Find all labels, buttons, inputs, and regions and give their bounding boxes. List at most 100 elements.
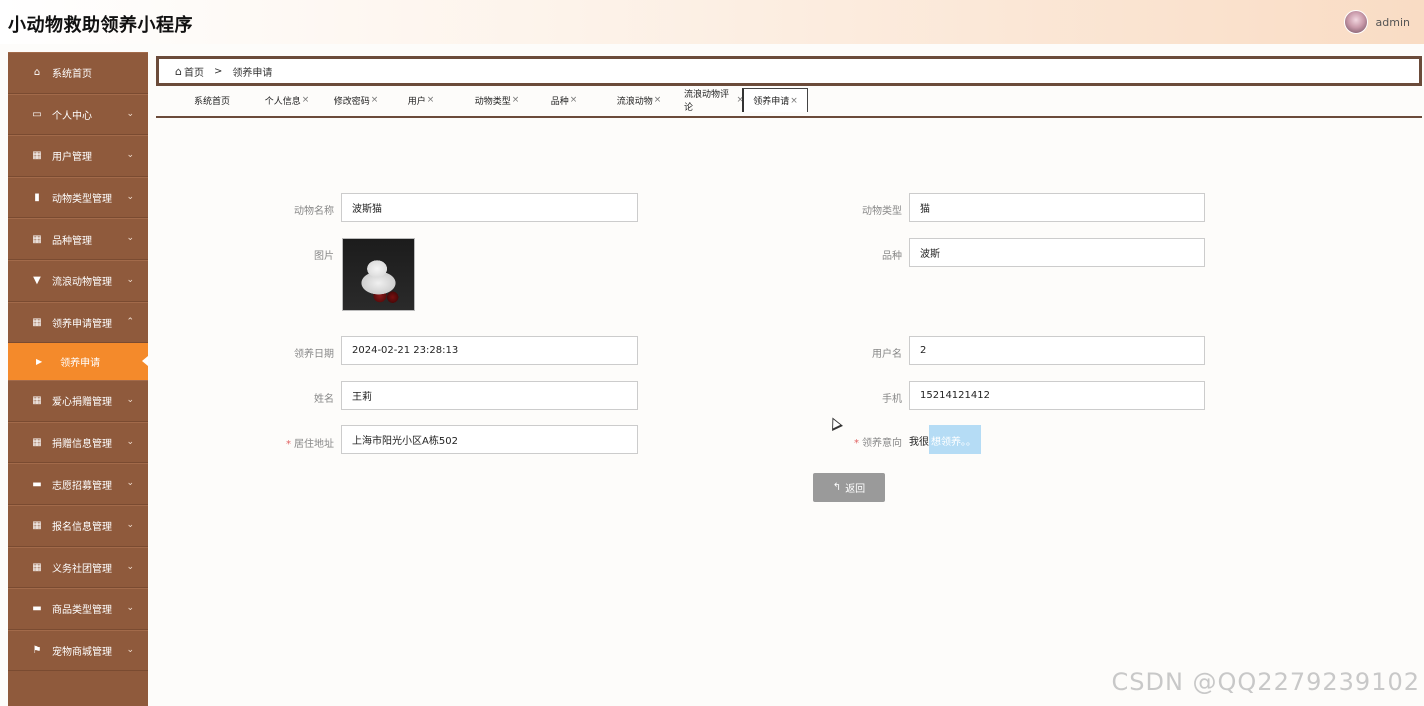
tab[interactable]: 动物类型 × — [472, 88, 522, 112]
watermark: CSDN @QQ2279239102 — [1111, 668, 1420, 696]
grid-icon: ▦ — [32, 150, 42, 162]
sidebar-item-label: 宠物商城管理 — [52, 647, 112, 659]
close-icon[interactable]: × — [427, 95, 435, 105]
breadcrumb-separator: > — [213, 65, 223, 77]
adopt-date-field[interactable]: 2024-02-21 23:28:13 — [341, 336, 638, 365]
user-menu[interactable]: admin — [1343, 10, 1410, 34]
back-icon: ↰ — [832, 482, 842, 493]
grid-icon: ▦ — [32, 233, 42, 245]
chevron-down-icon: ⌄ — [126, 274, 134, 285]
sidebar-item-label: 系统首页 — [52, 69, 92, 81]
chevron-down-icon: ⌄ — [126, 519, 134, 530]
chevron-down-icon: ⌄ — [126, 644, 134, 655]
breadcrumb-home[interactable]: 首页 — [184, 64, 204, 79]
mouse-cursor-icon — [827, 415, 843, 431]
address-label: * 居住地址 — [244, 435, 334, 450]
tab[interactable]: 流浪动物 × — [614, 88, 664, 112]
sidebar-subitem-label: 领养申请 — [60, 358, 101, 370]
chevron-down-icon: ⌄ — [126, 191, 134, 202]
sidebar-item[interactable]: ▬ 志愿招募管理 ⌄ — [8, 463, 148, 505]
tab[interactable]: 领养申请 × — [742, 88, 808, 112]
monitor-icon: ▬ — [32, 478, 42, 490]
sidebar-subitem-adoption-application[interactable]: ▶ 领养申请 — [8, 343, 148, 381]
sidebar-item[interactable]: ▬ 商品类型管理 ⌄ — [8, 588, 148, 630]
chevron-down-icon: ⌄ — [126, 108, 134, 119]
home-icon[interactable]: ⌂ — [175, 65, 182, 78]
top-header: 小动物救助领养小程序 admin — [0, 0, 1424, 44]
tab-label: 流浪动物 — [616, 96, 653, 107]
chevron-down-icon: ⌄ — [126, 395, 134, 406]
close-icon[interactable]: × — [790, 96, 798, 106]
address-field[interactable]: 上海市阳光小区A栋502 — [341, 425, 638, 454]
sidebar-item-label: 用户管理 — [52, 152, 92, 164]
monitor-icon: ▬ — [32, 603, 42, 615]
close-icon[interactable]: × — [371, 95, 379, 105]
sidebar-item[interactable]: ▮ 动物类型管理 ⌄ — [8, 176, 148, 219]
grid-icon: ▦ — [32, 520, 42, 532]
chevron-down-icon: ⌄ — [126, 233, 134, 244]
chevron-down-icon: ⌄ — [126, 603, 134, 614]
sidebar-item-label: 个人中心 — [52, 110, 92, 122]
sidebar-item[interactable]: ▼ 流浪动物管理 ⌄ — [8, 259, 148, 302]
phone-field[interactable]: 15214121412 — [909, 381, 1205, 410]
bar-chart-icon: ▮ — [34, 192, 40, 204]
active-indicator-icon — [142, 356, 148, 367]
animal-name-field[interactable]: 波斯猫 — [341, 193, 638, 222]
breed-field[interactable]: 波斯 — [909, 238, 1205, 267]
sidebar-item-label: 志愿招募管理 — [52, 480, 112, 492]
tab[interactable]: 用户 × — [406, 88, 436, 112]
tab-label: 流浪动物评论 — [684, 90, 730, 113]
tab-bar: 系统首页 个人信息 × 修改密码 × 用户 × 动物类型 × 品种 × 流浪动物 × 流浪动物评论 × 领养申… — [156, 88, 1422, 118]
chevron-down-icon: ⌄ — [126, 436, 134, 447]
app-title: 小动物救助领养小程序 — [8, 15, 193, 36]
avatar[interactable] — [1343, 10, 1368, 34]
back-label: 返回 — [845, 484, 866, 495]
username-label: 用户名 — [872, 349, 902, 360]
name-field[interactable]: 王莉 — [341, 381, 638, 410]
username-field[interactable]: 2 — [909, 336, 1205, 365]
intent-text-selected[interactable]: 想领养。。 — [931, 433, 976, 448]
sidebar-item[interactable]: ▦ 义务社团管理 ⌄ — [8, 546, 148, 589]
animal-photo[interactable] — [342, 238, 415, 311]
close-icon[interactable]: × — [302, 95, 310, 105]
tab[interactable]: 流浪动物评论 × — [684, 88, 744, 113]
adopt-date-label: 领养日期 — [294, 349, 334, 360]
sidebar-item-label: 流浪动物管理 — [52, 277, 112, 289]
calendar-icon: ▦ — [32, 437, 42, 449]
tab-label: 用户 — [407, 96, 426, 107]
tab[interactable]: 系统首页 — [190, 88, 234, 112]
close-icon[interactable]: × — [512, 95, 520, 105]
play-icon: ▶ — [36, 357, 43, 367]
sidebar-item[interactable]: ▦ 用户管理 ⌄ — [8, 135, 148, 177]
intent-text[interactable]: 我很 — [909, 433, 929, 448]
close-icon[interactable]: × — [654, 95, 662, 105]
user-name[interactable]: admin — [1376, 16, 1410, 29]
cup-icon: ▼ — [33, 275, 41, 287]
tab-label: 修改密码 — [333, 96, 370, 107]
tab[interactable]: 个人信息 × — [260, 88, 314, 112]
chevron-down-icon: ⌄ — [126, 561, 134, 572]
sidebar-item[interactable]: ▭ 个人中心 ⌄ — [8, 93, 148, 136]
sidebar-item-label: 义务社团管理 — [52, 563, 112, 575]
sidebar-item-label: 捐赠信息管理 — [52, 439, 112, 451]
chevron-down-icon: ⌄ — [126, 478, 134, 489]
close-icon[interactable]: × — [570, 95, 578, 105]
sidebar-item[interactable]: ▦ 报名信息管理 ⌄ — [8, 504, 148, 547]
sidebar-item[interactable]: ⚑ 宠物商城管理 ⌄ — [8, 629, 148, 672]
name-label: 姓名 — [314, 394, 334, 405]
chevron-down-icon: ⌄ — [126, 150, 134, 161]
breadcrumb-current: 领养申请 — [232, 67, 273, 79]
tab[interactable]: 品种 × — [548, 88, 580, 112]
sidebar-item-label: 商品类型管理 — [52, 605, 112, 617]
back-button[interactable]: ↰ 返回 — [813, 473, 885, 502]
sidebar-item[interactable]: ▦ 爱心捐赠管理 ⌄ — [8, 380, 148, 422]
tab-label: 品种 — [550, 96, 569, 107]
animal-type-field[interactable]: 猫 — [909, 193, 1205, 222]
required-mark: * — [854, 438, 859, 449]
flag-icon: ⚑ — [32, 645, 42, 657]
sidebar-item[interactable]: ▦ 领养申请管理 ⌃ — [8, 301, 148, 344]
sidebar-item[interactable]: ▦ 捐赠信息管理 ⌄ — [8, 421, 148, 464]
sidebar-item[interactable]: ▦ 品种管理 ⌄ — [8, 218, 148, 260]
sidebar-item[interactable]: ⌂ 系统首页 — [8, 52, 148, 94]
tab[interactable]: 修改密码 × — [332, 88, 380, 112]
